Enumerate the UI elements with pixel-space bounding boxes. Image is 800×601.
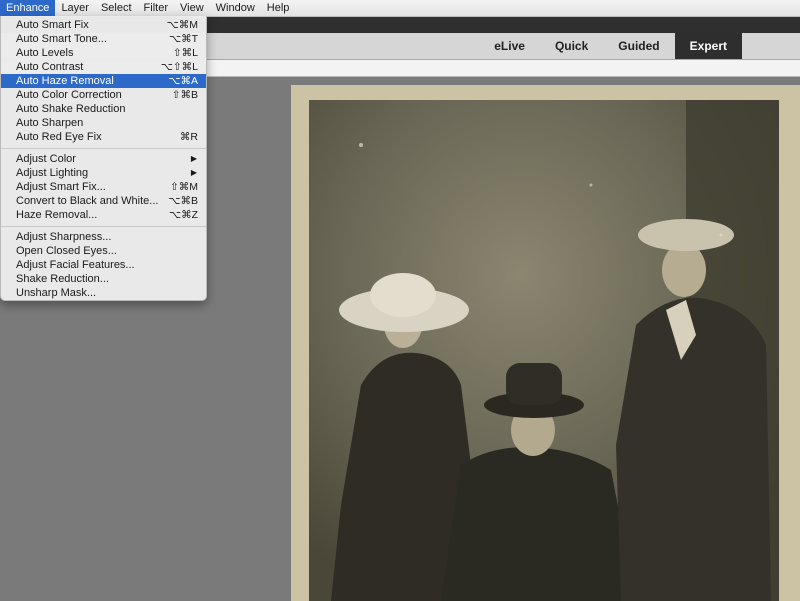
menu-item-auto-haze-removal[interactable]: Auto Haze Removal ⌥⌘A: [1, 74, 206, 88]
menu-item-auto-contrast[interactable]: Auto Contrast ⌥⇧⌘L: [1, 60, 206, 74]
menu-item-shortcut: ⌘R: [179, 131, 198, 143]
tab-expert[interactable]: Expert: [674, 33, 742, 59]
menu-item-auto-color-correction[interactable]: Auto Color Correction ⇧⌘B: [1, 88, 206, 102]
menu-item-shortcut: ⌥⌘Z: [168, 209, 198, 221]
menu-item-shortcut: ⌥⇧⌘L: [160, 61, 198, 73]
menu-item-label: Auto Levels: [16, 47, 74, 59]
submenu-arrow-icon: ▶: [190, 154, 197, 163]
menu-item-shortcut: ⇧⌘B: [171, 89, 198, 101]
menu-item-shortcut: ⌥⌘B: [168, 195, 198, 207]
menu-item-label: Auto Sharpen: [16, 117, 84, 129]
menu-item-auto-smart-tone[interactable]: Auto Smart Tone... ⌥⌘T: [1, 32, 206, 46]
menu-item-auto-levels[interactable]: Auto Levels ⇧⌘L: [1, 46, 206, 60]
menu-item-unsharp-mask[interactable]: Unsharp Mask...: [1, 286, 206, 300]
menu-item-label: Adjust Color: [16, 153, 76, 165]
menu-item-adjust-color[interactable]: Adjust Color ▶: [1, 152, 206, 166]
menu-item-convert-to-black-and-white[interactable]: Convert to Black and White... ⌥⌘B: [1, 194, 206, 208]
menu-item-adjust-sharpness[interactable]: Adjust Sharpness...: [1, 230, 206, 244]
menu-item-label: Auto Smart Tone...: [16, 33, 107, 45]
menu-item-label: Adjust Lighting: [16, 167, 89, 179]
menu-filter[interactable]: Filter: [138, 0, 174, 16]
menu-item-auto-shake-reduction[interactable]: Auto Shake Reduction: [1, 102, 206, 116]
menu-item-label: Auto Red Eye Fix: [16, 131, 102, 143]
menu-separator: [1, 226, 206, 227]
menu-item-label: Adjust Facial Features...: [16, 259, 135, 271]
menu-item-adjust-lighting[interactable]: Adjust Lighting ▶: [1, 166, 206, 180]
menu-item-auto-red-eye-fix[interactable]: Auto Red Eye Fix ⌘R: [1, 130, 206, 144]
menu-select[interactable]: Select: [95, 0, 138, 16]
menu-item-auto-sharpen[interactable]: Auto Sharpen: [1, 116, 206, 130]
vintage-photo-illustration: [291, 85, 800, 601]
menu-item-label: Auto Contrast: [16, 61, 84, 73]
menu-item-shortcut: ⇧⌘L: [172, 47, 198, 59]
tab-quick[interactable]: Quick: [540, 33, 603, 59]
menu-item-label: Auto Smart Fix: [16, 19, 89, 31]
menu-item-shortcut: ⇧⌘M: [169, 181, 198, 193]
menu-item-label: Auto Haze Removal: [16, 75, 114, 87]
menu-item-auto-smart-fix[interactable]: Auto Smart Fix ⌥⌘M: [1, 18, 206, 32]
menu-layer[interactable]: Layer: [55, 0, 95, 16]
tab-guided[interactable]: Guided: [603, 33, 674, 59]
menu-item-haze-removal[interactable]: Haze Removal... ⌥⌘Z: [1, 208, 206, 222]
menu-item-label: Shake Reduction...: [16, 273, 109, 285]
menu-item-shortcut: ⌥⌘M: [166, 19, 198, 31]
menu-item-label: Adjust Smart Fix...: [16, 181, 106, 193]
menu-view[interactable]: View: [174, 0, 210, 16]
menu-item-adjust-smart-fix[interactable]: Adjust Smart Fix... ⇧⌘M: [1, 180, 206, 194]
menu-help[interactable]: Help: [261, 0, 296, 16]
menu-separator: [1, 148, 206, 149]
menu-item-label: Adjust Sharpness...: [16, 231, 112, 243]
menu-item-adjust-facial-features[interactable]: Adjust Facial Features...: [1, 258, 206, 272]
menu-window[interactable]: Window: [210, 0, 261, 16]
menu-enhance[interactable]: Enhance: [0, 0, 56, 16]
mode-tabs: eLive Quick Guided Expert: [479, 33, 742, 59]
menu-item-label: Haze Removal...: [16, 209, 98, 221]
menu-item-label: Convert to Black and White...: [16, 195, 159, 207]
menu-item-shake-reduction[interactable]: Shake Reduction...: [1, 272, 206, 286]
submenu-arrow-icon: ▶: [190, 168, 197, 177]
menu-item-open-closed-eyes[interactable]: Open Closed Eyes...: [1, 244, 206, 258]
menu-item-label: Open Closed Eyes...: [16, 245, 117, 257]
tab-elive[interactable]: eLive: [479, 33, 540, 59]
menu-item-label: Auto Shake Reduction: [16, 103, 126, 115]
menu-bar: Enhance Layer Select Filter View Window …: [0, 0, 800, 17]
enhance-dropdown-menu: Auto Smart Fix ⌥⌘M Auto Smart Tone... ⌥⌘…: [0, 16, 207, 301]
menu-item-shortcut: ⌥⌘T: [168, 33, 198, 45]
menu-item-label: Unsharp Mask...: [16, 287, 97, 299]
menu-item-label: Auto Color Correction: [16, 89, 122, 101]
photo-image[interactable]: [291, 85, 800, 601]
menu-item-shortcut: ⌥⌘A: [168, 75, 198, 87]
